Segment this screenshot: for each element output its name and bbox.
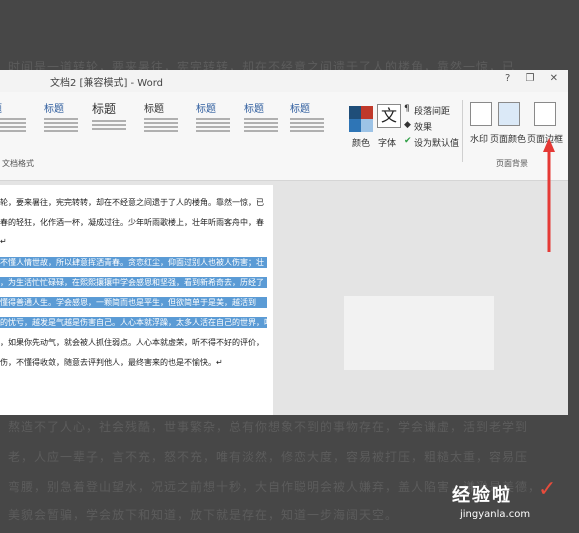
check-icon: ✓ [538,477,557,502]
watermark-url: jingyanla.com [460,509,531,520]
watermark-text: 经验啦 [452,485,512,506]
site-watermark: 经验啦 ✓ jingyanla.com [452,477,574,529]
red-arrow-annotation [543,138,555,252]
